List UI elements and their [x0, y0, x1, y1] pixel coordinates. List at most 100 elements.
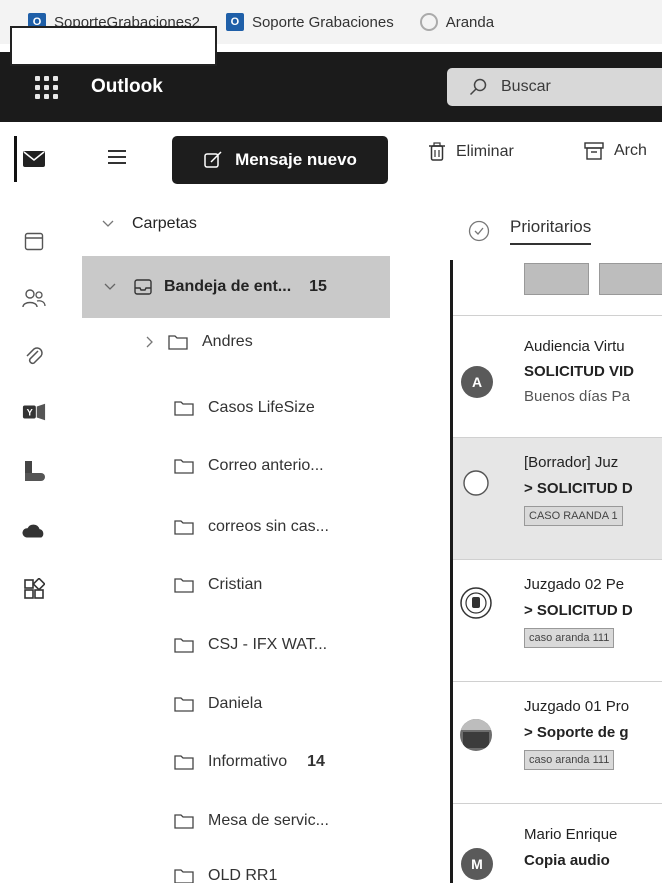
- select-all-circle-icon[interactable]: [468, 220, 490, 242]
- message-subject: Copia audio: [524, 852, 610, 869]
- bookmark-label: Aranda: [445, 13, 495, 31]
- folder-label: Cristian: [208, 576, 263, 593]
- bookmark-aranda[interactable]: Aranda: [419, 13, 495, 31]
- search-icon: [469, 78, 487, 96]
- tab-focused[interactable]: Prioritarios: [510, 217, 592, 245]
- folder-icon: [174, 814, 194, 829]
- folder-icon: [174, 459, 194, 474]
- folder-unread-count: 14: [307, 753, 325, 770]
- folder-icon: [168, 335, 188, 350]
- folder-item[interactable]: CSJ - IFX WAT...: [174, 636, 327, 654]
- folder-item[interactable]: Correo anterio...: [174, 457, 324, 475]
- command-bar: Mensaje nuevo Eliminar Arch: [0, 128, 662, 194]
- chevron-right-icon: [146, 336, 153, 348]
- message-subject: SOLICITUD VID: [524, 363, 635, 380]
- folder-item[interactable]: OLD RR1: [174, 867, 277, 883]
- folder-label: OLD RR1: [208, 867, 278, 883]
- message-subject: > Soporte de g: [524, 724, 629, 741]
- building-photo-avatar-icon: [460, 719, 492, 751]
- category-tag: CASO RAANDA 1: [524, 506, 623, 526]
- inbox-unread-count: 15: [309, 278, 327, 295]
- message-item[interactable]: Juzgado 02 Pe > SOLICITUD D caso aranda …: [453, 559, 662, 681]
- folder-icon: [174, 578, 194, 593]
- message-sender: Mario Enrique: [524, 826, 618, 843]
- folder-item[interactable]: Informativo 14: [174, 753, 325, 771]
- message-sender: Juzgado 02 Pe: [524, 576, 625, 593]
- message-sender: [Borrador] Juz: [524, 454, 619, 471]
- folder-icon: [174, 755, 194, 770]
- folders-section-header[interactable]: Carpetas: [102, 215, 197, 233]
- chevron-down-icon: [104, 283, 116, 290]
- outlook-icon: O: [225, 13, 244, 31]
- category-tag: caso aranda 111: [524, 750, 615, 770]
- folder-item[interactable]: Mesa de servic...: [174, 812, 329, 830]
- avatar: A: [461, 366, 493, 398]
- message-preview: Buenos días Pa: [524, 388, 630, 405]
- mail-icon[interactable]: [22, 147, 46, 171]
- folder-icon: [174, 638, 194, 653]
- folder-label: Andres: [202, 333, 253, 350]
- aranda-icon: [419, 13, 438, 31]
- folder-label: correos sin cas...: [208, 518, 329, 535]
- trash-icon: [429, 142, 445, 161]
- folder-item[interactable]: correos sin cas...: [174, 518, 329, 536]
- archive-label: Arch: [614, 142, 647, 159]
- folder-item-inbox[interactable]: Bandeja de ent... 15: [82, 256, 390, 318]
- folder-icon: [174, 520, 194, 535]
- attachment-icon[interactable]: [22, 344, 46, 368]
- app-title[interactable]: Outlook: [91, 76, 163, 98]
- focus-highlight-box: [10, 26, 217, 66]
- delete-button[interactable]: Eliminar: [428, 142, 514, 162]
- message-item[interactable]: Juzgado 01 Pro > Soporte de g caso arand…: [453, 681, 662, 803]
- folder-item[interactable]: Andres: [146, 333, 253, 351]
- calendar-icon[interactable]: [22, 229, 46, 253]
- folder-label: Mesa de servic...: [208, 812, 329, 829]
- inbox-icon: [134, 279, 152, 295]
- folder-item[interactable]: Cristian: [174, 576, 262, 594]
- message-item[interactable]: A Audiencia Virtu SOLICITUD VID Buenos d…: [453, 315, 662, 437]
- message-item-draft[interactable]: [Borrador] Juz > SOLICITUD D CASO RAANDA…: [453, 437, 662, 559]
- folder-item[interactable]: Casos LifeSize: [174, 399, 315, 417]
- message-sender: Juzgado 01 Pro: [524, 698, 630, 715]
- folder-label: Correo anterio...: [208, 457, 324, 474]
- message-subject: > SOLICITUD D: [524, 480, 633, 497]
- avatar: M: [461, 848, 493, 880]
- menu-icon[interactable]: [108, 150, 126, 164]
- folder-pane: Carpetas Bandeja de ent... 15 Andres Cas…: [82, 205, 442, 883]
- onedrive-icon[interactable]: [22, 519, 46, 543]
- app-launcher-icon[interactable]: [32, 73, 60, 101]
- category-tag: caso aranda 111: [524, 628, 615, 648]
- archive-icon: [584, 142, 604, 160]
- new-message-label: Mensaje nuevo: [235, 150, 357, 169]
- inbox-label: Bandeja de ent...: [164, 278, 292, 295]
- bookings-icon[interactable]: [22, 460, 46, 484]
- folder-label: CSJ - IFX WAT...: [208, 636, 328, 653]
- message-subject: > SOLICITUD D: [524, 602, 633, 619]
- folder-icon: [174, 869, 194, 883]
- attachment-preview-strip[interactable]: [524, 263, 662, 295]
- focused-tab-row: Prioritarios: [468, 217, 592, 245]
- folder-icon: [174, 697, 194, 712]
- folder-label: Casos LifeSize: [208, 399, 315, 416]
- delete-label: Eliminar: [456, 143, 514, 160]
- search-box[interactable]: Buscar: [447, 68, 662, 106]
- folder-icon: [174, 401, 194, 416]
- message-list: Prioritarios A Audiencia Virtu SOLICITUD…: [450, 205, 662, 883]
- folders-section-label: Carpetas: [132, 215, 197, 232]
- archive-button[interactable]: Arch: [584, 142, 647, 160]
- select-circle-icon[interactable]: [461, 468, 491, 498]
- yammer-icon[interactable]: Y: [22, 400, 46, 424]
- message-sender: Audiencia Virtu: [524, 338, 625, 355]
- message-item[interactable]: M Mario Enrique Copia audio: [453, 803, 662, 883]
- folder-label: Informativo: [208, 753, 288, 770]
- selection-indicator: [14, 136, 17, 182]
- bookmark-label: Soporte Grabaciones: [251, 13, 394, 31]
- people-icon[interactable]: [22, 286, 46, 310]
- chevron-down-icon: [102, 220, 114, 227]
- folder-item[interactable]: Daniela: [174, 695, 262, 713]
- search-placeholder: Buscar: [501, 78, 551, 95]
- bookmark-soporte-grabaciones[interactable]: O Soporte Grabaciones: [225, 13, 394, 31]
- folder-label: Daniela: [208, 695, 263, 712]
- new-message-button[interactable]: Mensaje nuevo: [172, 136, 388, 184]
- apps-icon[interactable]: [22, 577, 46, 601]
